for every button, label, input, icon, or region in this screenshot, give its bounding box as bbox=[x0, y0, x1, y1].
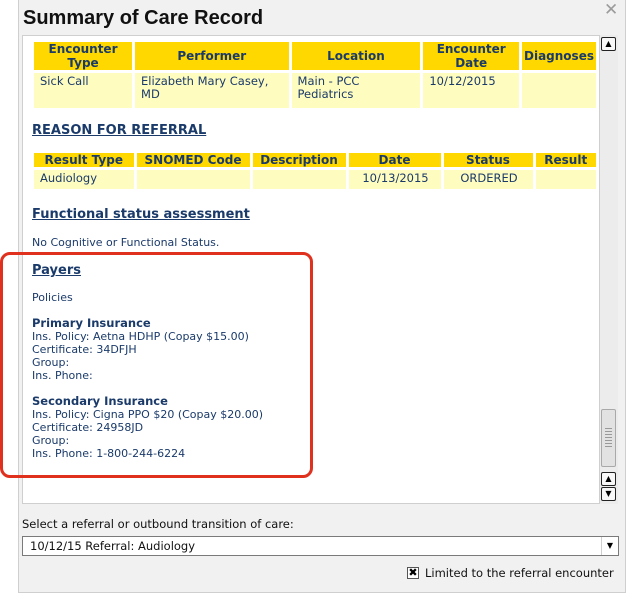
column-header: Location bbox=[290, 42, 424, 72]
column-header: Performer bbox=[133, 42, 292, 72]
policies-label: Policies bbox=[32, 291, 73, 304]
column-header: Result Type bbox=[34, 153, 137, 169]
primary-policy: Ins. Policy: Aetna HDHP (Copay $15.00) bbox=[32, 330, 249, 343]
summary-of-care-dialog: Summary of Care Record ✕ Encounter Type … bbox=[18, 0, 626, 593]
limit-to-encounter-checkbox[interactable]: ✖ bbox=[407, 567, 419, 579]
table-row: Audiology 10/13/2015 ORDERED bbox=[34, 167, 596, 189]
table-cell bbox=[520, 70, 596, 108]
column-header: Description bbox=[251, 153, 349, 169]
column-header: Result bbox=[534, 153, 596, 169]
secondary-policy: Ins. Policy: Cigna PPO $20 (Copay $20.00… bbox=[32, 408, 264, 421]
primary-certificate: Certificate: 34DFJH bbox=[32, 343, 137, 356]
table-cell: Audiology bbox=[34, 167, 137, 189]
chevron-down-icon[interactable]: ▼ bbox=[601, 537, 618, 555]
column-header: SNOMED Code bbox=[135, 153, 253, 169]
functional-status-text: No Cognitive or Functional Status. bbox=[32, 236, 220, 249]
referral-select-label: Select a referral or outbound transition… bbox=[22, 517, 294, 531]
grip-icon bbox=[605, 428, 612, 448]
scroll-up-button[interactable]: ▲ bbox=[601, 37, 616, 51]
table-cell bbox=[534, 167, 596, 189]
care-record-content: Encounter Type Performer Location Encoun… bbox=[22, 35, 600, 504]
column-header: Encounter Date bbox=[421, 42, 522, 72]
encounter-table: Encounter Type Performer Location Encoun… bbox=[34, 42, 596, 108]
vertical-scrollbar[interactable]: ▲ ▲ ▼ bbox=[600, 35, 618, 504]
reason-for-referral-heading[interactable]: REASON FOR REFERRAL bbox=[32, 123, 206, 138]
table-cell: 10/12/2015 bbox=[421, 70, 522, 108]
table-cell: 10/13/2015 bbox=[347, 167, 444, 189]
primary-group: Group: bbox=[32, 356, 70, 369]
dialog-title: Summary of Care Record bbox=[23, 7, 264, 29]
table-cell: Sick Call bbox=[34, 70, 136, 108]
primary-insurance-block: Primary Insurance Ins. Policy: Aetna HDH… bbox=[32, 316, 249, 383]
secondary-phone: Ins. Phone: 1-800-244-6224 bbox=[32, 447, 186, 460]
column-header: Date bbox=[347, 153, 444, 169]
referral-select-value: 10/12/15 Referral: Audiology bbox=[30, 539, 196, 553]
scroll-down-button[interactable]: ▼ bbox=[601, 487, 616, 501]
close-icon[interactable]: ✕ bbox=[604, 2, 618, 19]
secondary-insurance-title: Secondary Insurance bbox=[32, 394, 168, 408]
primary-insurance-title: Primary Insurance bbox=[32, 316, 151, 330]
table-cell bbox=[135, 167, 253, 189]
column-header: Encounter Type bbox=[34, 42, 136, 72]
table-cell: Main - PCC Pediatrics bbox=[290, 70, 424, 108]
limit-to-encounter-label: Limited to the referral encounter bbox=[425, 566, 614, 580]
scroll-up-button-bottom[interactable]: ▲ bbox=[601, 472, 616, 486]
table-cell: Elizabeth Mary Casey, MD bbox=[133, 70, 292, 108]
functional-status-heading[interactable]: Functional status assessment bbox=[32, 207, 250, 222]
column-header: Status bbox=[442, 153, 536, 169]
referral-table: Result Type SNOMED Code Description Date… bbox=[34, 153, 596, 189]
table-cell bbox=[251, 167, 349, 189]
payers-heading[interactable]: Payers bbox=[32, 263, 81, 278]
scrollbar-thumb[interactable] bbox=[601, 409, 616, 467]
column-header: Diagnoses bbox=[520, 42, 596, 72]
secondary-certificate: Certificate: 24958JD bbox=[32, 421, 144, 434]
secondary-insurance-block: Secondary Insurance Ins. Policy: Cigna P… bbox=[32, 394, 264, 461]
primary-phone: Ins. Phone: bbox=[32, 369, 93, 382]
referral-select[interactable]: 10/12/15 Referral: Audiology ▼ bbox=[22, 536, 619, 556]
table-cell: ORDERED bbox=[442, 167, 536, 189]
secondary-group: Group: bbox=[32, 434, 70, 447]
table-row: Sick Call Elizabeth Mary Casey, MD Main … bbox=[34, 70, 596, 108]
